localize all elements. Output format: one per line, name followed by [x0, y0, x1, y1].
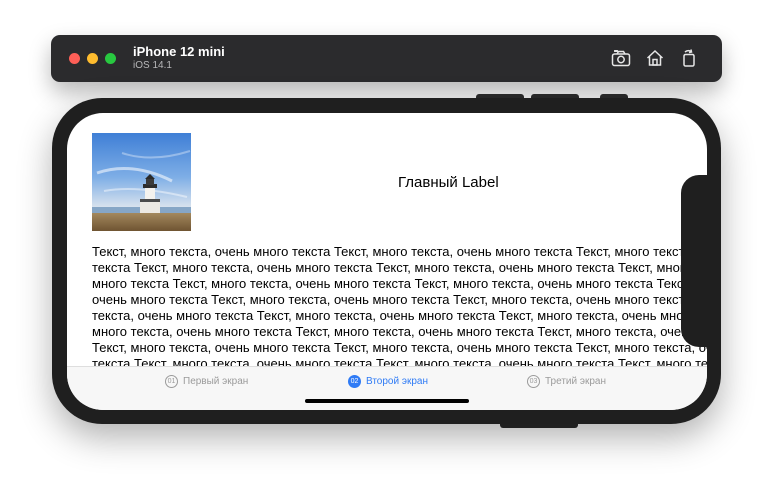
main-label: Главный Label [398, 174, 499, 191]
tab-number-badge: 02 [348, 375, 361, 388]
lighthouse-image [92, 133, 191, 231]
tab-number-badge: 01 [165, 375, 178, 388]
tab-label: Третий экран [545, 376, 606, 387]
tab-bar: 01 Первый экран 02 Второй экран 03 Трети… [67, 366, 707, 410]
device-name: iPhone 12 mini [133, 44, 225, 59]
home-icon[interactable] [645, 48, 665, 68]
device-os-version: iOS 14.1 [133, 60, 172, 71]
body-text: Текст, много текста, очень много текста … [92, 244, 707, 366]
tab-number-badge: 03 [527, 375, 540, 388]
device-screen: Главный Label Текст, много текста, очень… [67, 113, 707, 410]
rotate-icon[interactable] [679, 48, 699, 68]
zoom-window-button[interactable] [105, 53, 116, 64]
minimize-window-button[interactable] [87, 53, 98, 64]
tab-second-screen[interactable]: 02 Второй экран [348, 375, 428, 388]
sensor-notch [681, 175, 721, 347]
screenshot-icon[interactable] [611, 48, 631, 68]
tab-third-screen[interactable]: 03 Третий экран [527, 375, 606, 388]
tab-label: Первый экран [183, 376, 249, 387]
simulator-window: iPhone 12 mini iOS 14.1 Главный Label Те… [0, 0, 773, 500]
tab-label: Второй экран [366, 376, 428, 387]
close-window-button[interactable] [69, 53, 80, 64]
tab-first-screen[interactable]: 01 Первый экран [165, 375, 248, 388]
home-indicator[interactable] [305, 399, 469, 403]
